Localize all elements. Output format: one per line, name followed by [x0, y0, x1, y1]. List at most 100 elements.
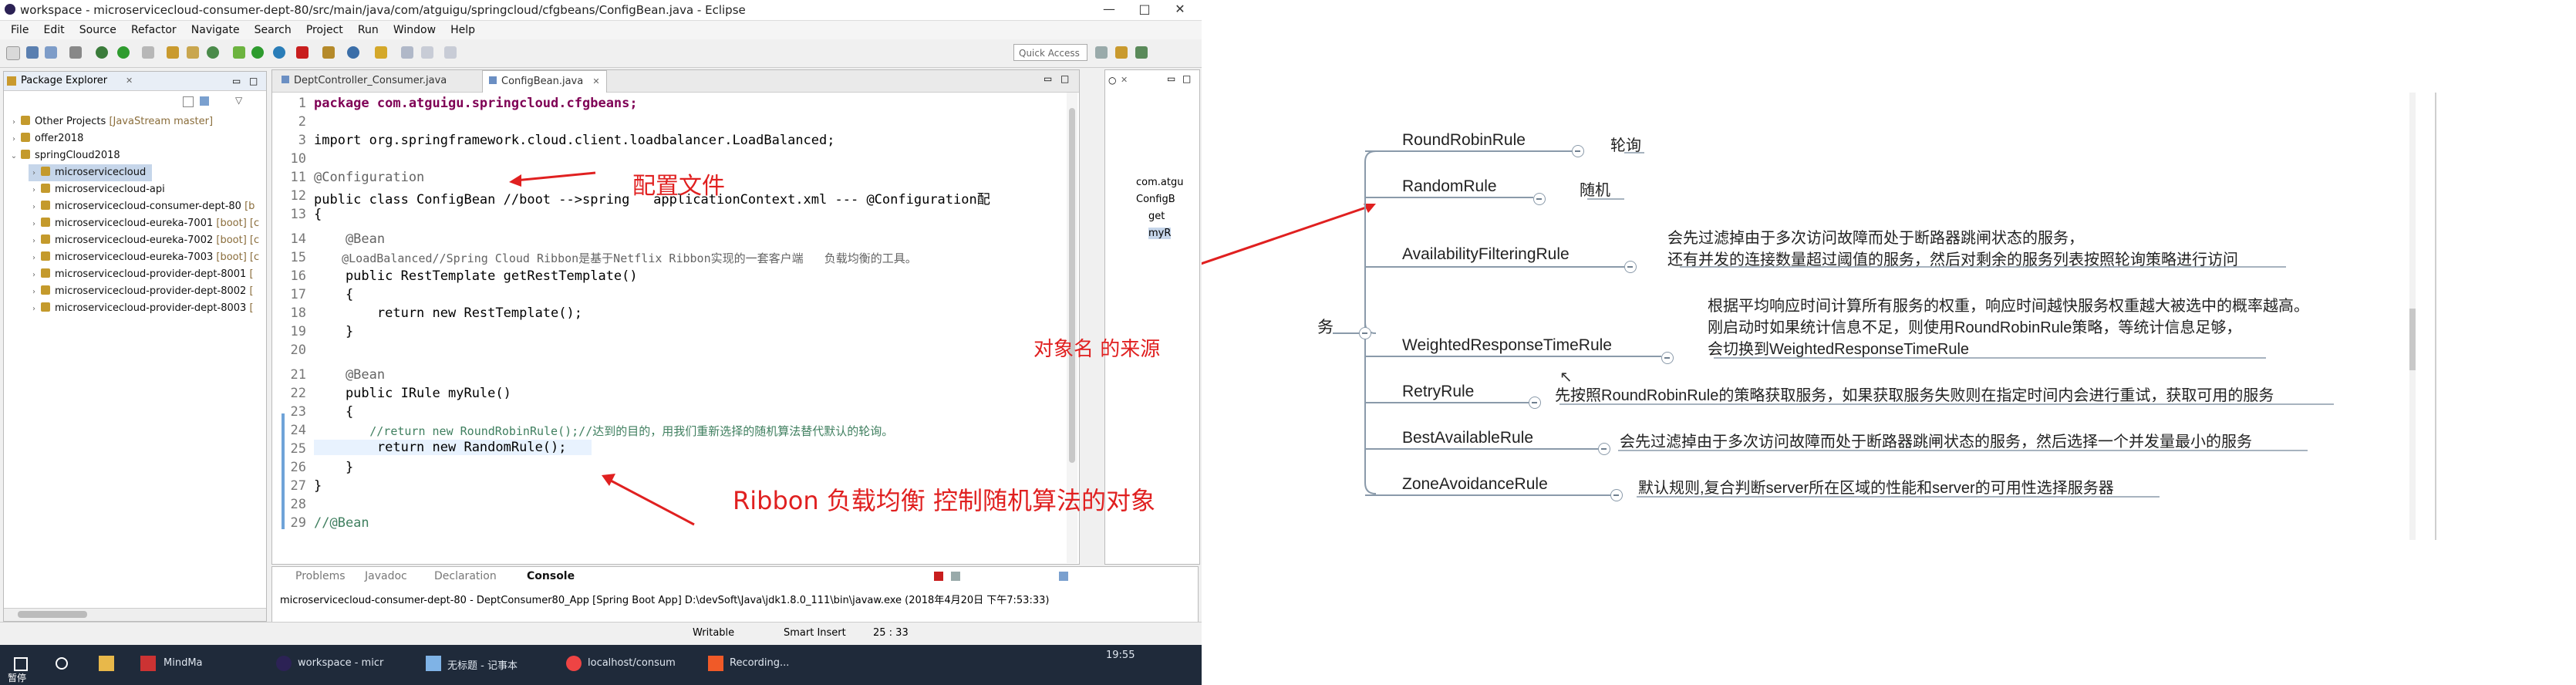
rule-retry-desc[interactable]: 先按照RoundRobinRule的策略获取服务，如果获取服务失败则在指定时间内…: [1555, 383, 2274, 405]
run-icon[interactable]: [117, 46, 130, 59]
collapse-node-icon[interactable]: [1661, 352, 1674, 364]
expand-arrow-icon[interactable]: ›: [29, 284, 39, 301]
outline-item[interactable]: com.atgu: [1136, 177, 1183, 188]
menu-project[interactable]: Project: [306, 21, 343, 39]
new-icon[interactable]: [6, 46, 20, 60]
scrollbar-thumb[interactable]: [2409, 309, 2416, 370]
taskbar-item[interactable]: localhost/consum: [588, 657, 676, 669]
pin-console-icon[interactable]: [1059, 572, 1068, 581]
expand-arrow-icon[interactable]: ›: [29, 233, 39, 250]
tab-configbean[interactable]: ConfigBean.java ✕: [482, 70, 607, 93]
last-edit-icon[interactable]: [444, 46, 457, 59]
minimize-view-icon[interactable]: ▭: [1167, 73, 1175, 84]
tree-item[interactable]: › microservicecloud-provider-dept-8001 [: [29, 266, 254, 283]
file-explorer-icon[interactable]: [99, 656, 114, 671]
clock[interactable]: 19:55: [1106, 650, 1135, 661]
collapse-node-icon[interactable]: [1533, 193, 1546, 205]
collapse-node-icon[interactable]: [1624, 261, 1637, 273]
view-menu-icon[interactable]: ▽: [235, 95, 242, 106]
open-type-icon[interactable]: [322, 46, 335, 59]
spring-boot-icon[interactable]: [233, 46, 245, 59]
tree-item[interactable]: › offer2018: [8, 130, 83, 147]
forward-icon[interactable]: [421, 46, 433, 59]
rule-best-available[interactable]: BestAvailableRule: [1402, 429, 1533, 447]
rule-zone-avoidance-desc[interactable]: 默认规则,复合判断server所在区域的性能和server的可用性选择服务器: [1638, 475, 2114, 498]
stop-icon[interactable]: [296, 46, 309, 59]
rule-best-available-desc[interactable]: 会先过滤掉由于多次访问故障而处于断路器跳闸状态的服务，然后选择一个并发量最小的服…: [1620, 429, 2252, 451]
menu-search[interactable]: Search: [255, 21, 292, 39]
clear-console-icon[interactable]: [951, 572, 960, 581]
terminate-icon[interactable]: [934, 572, 943, 581]
rule-roundrobin-desc[interactable]: 轮询: [1610, 133, 1641, 155]
collapse-node-icon[interactable]: [1598, 443, 1610, 455]
mindmaster-icon[interactable]: [140, 656, 156, 671]
print-icon[interactable]: [69, 46, 82, 59]
taskbar-item[interactable]: Recording...: [730, 657, 789, 669]
menu-file[interactable]: File: [11, 21, 29, 39]
maximize-view-icon[interactable]: □: [249, 72, 258, 90]
save-icon[interactable]: [26, 46, 39, 59]
rule-retry[interactable]: RetryRule: [1402, 383, 1474, 401]
menu-help[interactable]: Help: [450, 21, 475, 39]
tab-declaration[interactable]: Declaration: [434, 570, 497, 582]
minimize-view-icon[interactable]: ▭: [232, 72, 241, 90]
collapse-node-icon[interactable]: [1610, 489, 1623, 501]
new-class-icon[interactable]: [207, 46, 219, 59]
outline-item[interactable]: myR: [1148, 228, 1172, 239]
chrome-icon[interactable]: [566, 656, 582, 671]
expand-arrow-icon[interactable]: ›: [29, 301, 39, 318]
rule-availability-desc[interactable]: 还有并发的连接数量超过阈值的服务，然后对剩余的服务列表按照轮询策略进行访问: [1667, 247, 2238, 269]
tree-item[interactable]: › microservicecloud-eureka-7002 [boot] [c: [29, 232, 259, 249]
perspective-icon[interactable]: [1095, 46, 1108, 59]
collapse-all-icon[interactable]: [183, 96, 194, 107]
outline-item[interactable]: get: [1148, 211, 1165, 222]
rule-availability-desc[interactable]: 会先过滤掉由于多次访问故障而处于断路器跳闸状态的服务，: [1667, 225, 2084, 248]
tree-item[interactable]: › microservicecloud-consumer-dept-80 [b: [29, 198, 255, 215]
collapse-node-icon[interactable]: [1529, 396, 1541, 409]
close-icon[interactable]: ✕: [126, 72, 133, 90]
rule-random[interactable]: RandomRule: [1402, 177, 1497, 196]
pause-label[interactable]: 暂停: [8, 671, 26, 684]
recorder-icon[interactable]: [708, 656, 723, 671]
tree-item[interactable]: › microservicecloud-eureka-7001 [boot] [c: [29, 215, 259, 232]
rule-weighted-desc[interactable]: 根据平均响应时间计算所有服务的权重，响应时间越快服务权重越大被选中的概率越高。: [1708, 293, 2309, 316]
rule-weighted-response-time[interactable]: WeightedResponseTimeRule: [1402, 336, 1612, 355]
new-java-project-icon[interactable]: [167, 46, 179, 59]
debug-perspective-icon[interactable]: [1135, 46, 1148, 59]
rule-availability-filtering[interactable]: AvailabilityFilteringRule: [1402, 245, 1570, 264]
menu-navigate[interactable]: Navigate: [191, 21, 240, 39]
tab-console[interactable]: Console: [527, 570, 575, 582]
minimize-view-icon[interactable]: ▭: [1044, 73, 1052, 84]
back-icon[interactable]: [401, 46, 413, 59]
tab-problems[interactable]: Problems: [295, 570, 346, 582]
menu-source[interactable]: Source: [79, 21, 116, 39]
link-editor-icon[interactable]: [200, 96, 209, 106]
expand-arrow-icon[interactable]: ›: [29, 182, 39, 199]
skip-breakpoints-icon[interactable]: [142, 46, 154, 59]
search-icon[interactable]: [56, 657, 68, 670]
tab-deptcontroller[interactable]: DeptController_Consumer.java: [275, 70, 453, 92]
save-all-icon[interactable]: [45, 46, 57, 59]
maximize-view-icon[interactable]: □: [1060, 73, 1069, 84]
menu-refactor[interactable]: Refactor: [131, 21, 177, 39]
minimize-button[interactable]: —: [1094, 2, 1124, 16]
vertical-scrollbar[interactable]: [2409, 93, 2416, 540]
rule-weighted-desc[interactable]: 刚启动时如果统计信息不足，则使用RoundRobinRule策略，等统计信息足够…: [1708, 315, 2241, 337]
close-button[interactable]: ✕: [1165, 2, 1195, 16]
maximize-view-icon[interactable]: □: [1182, 73, 1191, 84]
expand-arrow-icon[interactable]: ›: [8, 131, 19, 148]
menu-edit[interactable]: Edit: [44, 21, 65, 39]
tree-item-selected[interactable]: › microservicecloud: [29, 164, 152, 181]
java-perspective-icon[interactable]: [1115, 46, 1128, 59]
new-package-icon[interactable]: [187, 46, 199, 59]
expand-arrow-icon[interactable]: ›: [29, 250, 39, 267]
package-explorer-tab[interactable]: Package Explorer ✕ ▭ □: [4, 72, 266, 91]
next-annotation-icon[interactable]: [375, 46, 387, 59]
tree-item[interactable]: › microservicecloud-provider-dept-8003 [: [29, 300, 254, 317]
tab-javadoc[interactable]: Javadoc: [365, 570, 407, 582]
close-icon[interactable]: ✕: [1121, 75, 1128, 85]
menu-run[interactable]: Run: [358, 21, 379, 39]
tree-item[interactable]: ⌄ springCloud2018: [8, 147, 120, 164]
taskbar-item[interactable]: MindMa: [164, 657, 203, 669]
expand-arrow-icon[interactable]: ›: [29, 267, 39, 284]
